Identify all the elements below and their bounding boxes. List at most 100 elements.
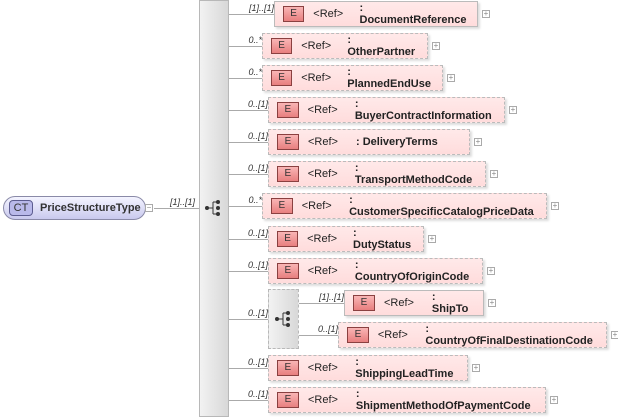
cardinality: 0..[1]	[247, 99, 268, 109]
cardinality: 0..[1]	[247, 260, 268, 270]
element-node[interactable]: E <Ref> : ShipTo	[344, 290, 484, 316]
element-node[interactable]: E <Ref> : ShippingLeadTime	[268, 355, 468, 381]
complex-type-badge: CT	[9, 200, 33, 216]
expand-icon[interactable]: +	[490, 170, 498, 178]
element-name: : ShipTo	[431, 291, 469, 315]
cardinality: [1]..[1]	[170, 197, 196, 207]
element-name: : PlannedEndUse	[347, 66, 431, 90]
sequence-icon	[205, 200, 220, 216]
connector	[229, 14, 274, 15]
element-icon: E	[277, 263, 299, 279]
complex-type-name: PriceStructureType	[40, 202, 141, 214]
cardinality: 0..[1]	[247, 228, 268, 238]
element-icon: E	[353, 295, 375, 311]
element-node[interactable]: E <Ref> : DeliveryTerms	[268, 129, 470, 155]
cardinality: [1]..[1]	[318, 292, 344, 302]
element-icon: E	[277, 166, 299, 182]
connector	[299, 335, 338, 336]
connector	[299, 303, 344, 304]
expand-icon[interactable]: +	[551, 202, 559, 210]
element-ref: <Ref>	[301, 200, 332, 212]
cardinality: 0..[1]	[247, 308, 268, 318]
element-name: : TransportMethodCode	[354, 162, 473, 186]
connector	[229, 46, 262, 47]
expand-icon[interactable]: +	[550, 396, 558, 404]
expand-icon[interactable]: +	[472, 364, 480, 372]
element-ref: <Ref>	[301, 72, 332, 84]
cardinality: 0..*	[248, 35, 262, 45]
element-node[interactable]: E <Ref> : DutyStatus	[268, 226, 424, 252]
element-icon: E	[283, 6, 305, 22]
element-ref: <Ref>	[307, 104, 338, 116]
element-node[interactable]: E <Ref> : ShipmentMethodOfPaymentCode	[268, 387, 546, 413]
element-node[interactable]: E <Ref> : DocumentReference	[274, 1, 478, 27]
cardinality: [1]..[1]	[248, 3, 274, 13]
element-name: : CountryOfOriginCode	[354, 259, 470, 283]
element-name: : OtherPartner	[347, 34, 416, 58]
element-node[interactable]: E <Ref> : OtherPartner	[262, 33, 428, 59]
connector	[229, 271, 268, 272]
cardinality: 0..[1]	[247, 131, 268, 141]
element-icon: E	[277, 231, 299, 247]
expand-icon[interactable]: +	[487, 267, 495, 275]
element-node[interactable]: E <Ref> : CountryOfFinalDestinationCode	[338, 322, 607, 348]
element-icon: E	[277, 360, 299, 376]
element-name: : DocumentReference	[359, 2, 467, 26]
connector	[229, 142, 268, 143]
cardinality: 0..[1]	[247, 357, 268, 367]
element-node[interactable]: E <Ref> : TransportMethodCode	[268, 161, 486, 187]
element-node[interactable]: E <Ref> : PlannedEndUse	[262, 65, 443, 91]
element-icon: E	[271, 70, 293, 86]
element-ref: <Ref>	[307, 168, 338, 180]
cardinality: 0..*	[248, 195, 262, 205]
cardinality: 0..[1]	[317, 324, 338, 334]
element-name: : DeliveryTerms	[356, 136, 438, 148]
element-ref: <Ref>	[313, 8, 344, 20]
element-node[interactable]: E <Ref> : BuyerContractInformation	[268, 97, 505, 123]
complex-type-node[interactable]: CT PriceStructureType	[3, 196, 146, 220]
element-icon: E	[277, 134, 299, 150]
element-name: : BuyerContractInformation	[354, 98, 492, 122]
expand-icon[interactable]: +	[474, 138, 482, 146]
element-name: : DutyStatus	[353, 227, 412, 251]
element-name: : ShippingLeadTime	[355, 356, 454, 380]
connector	[229, 239, 268, 240]
element-icon: E	[347, 327, 369, 343]
element-ref: <Ref>	[307, 394, 338, 406]
connector	[229, 206, 262, 207]
element-ref: <Ref>	[307, 265, 338, 277]
expand-icon[interactable]: +	[432, 42, 440, 50]
expand-icon[interactable]: +	[509, 106, 517, 114]
element-icon: E	[271, 38, 293, 54]
element-icon: E	[277, 392, 299, 408]
element-name: : CustomerSpecificCatalogPriceData	[349, 194, 534, 218]
element-ref: <Ref>	[377, 329, 408, 341]
expand-icon[interactable]: +	[428, 235, 436, 243]
element-icon: E	[271, 198, 293, 214]
expand-icon[interactable]: +	[611, 331, 618, 339]
cardinality: 0..*	[248, 67, 262, 77]
collapse-icon[interactable]: −	[145, 204, 153, 212]
element-name: : CountryOfFinalDestinationCode	[425, 323, 593, 347]
expand-icon[interactable]: +	[447, 74, 455, 82]
connector	[229, 110, 268, 111]
connector	[229, 368, 268, 369]
element-icon: E	[277, 102, 299, 118]
element-ref: <Ref>	[301, 40, 332, 52]
cardinality: 0..[1]	[247, 389, 268, 399]
element-node[interactable]: E <Ref> : CountryOfOriginCode	[268, 258, 483, 284]
element-ref: <Ref>	[307, 362, 338, 374]
connector	[229, 319, 268, 320]
element-ref: <Ref>	[383, 297, 414, 309]
connector	[154, 208, 199, 209]
element-name: : ShipmentMethodOfPaymentCode	[355, 388, 531, 412]
connector	[229, 174, 268, 175]
expand-icon[interactable]: +	[482, 10, 490, 18]
element-ref: <Ref>	[308, 136, 338, 148]
expand-icon[interactable]: +	[488, 299, 496, 307]
element-node[interactable]: E <Ref> : CustomerSpecificCatalogPriceDa…	[262, 193, 547, 219]
cardinality: 0..[1]	[247, 163, 268, 173]
connector	[229, 78, 262, 79]
connector	[229, 400, 268, 401]
sequence-icon	[275, 311, 290, 327]
